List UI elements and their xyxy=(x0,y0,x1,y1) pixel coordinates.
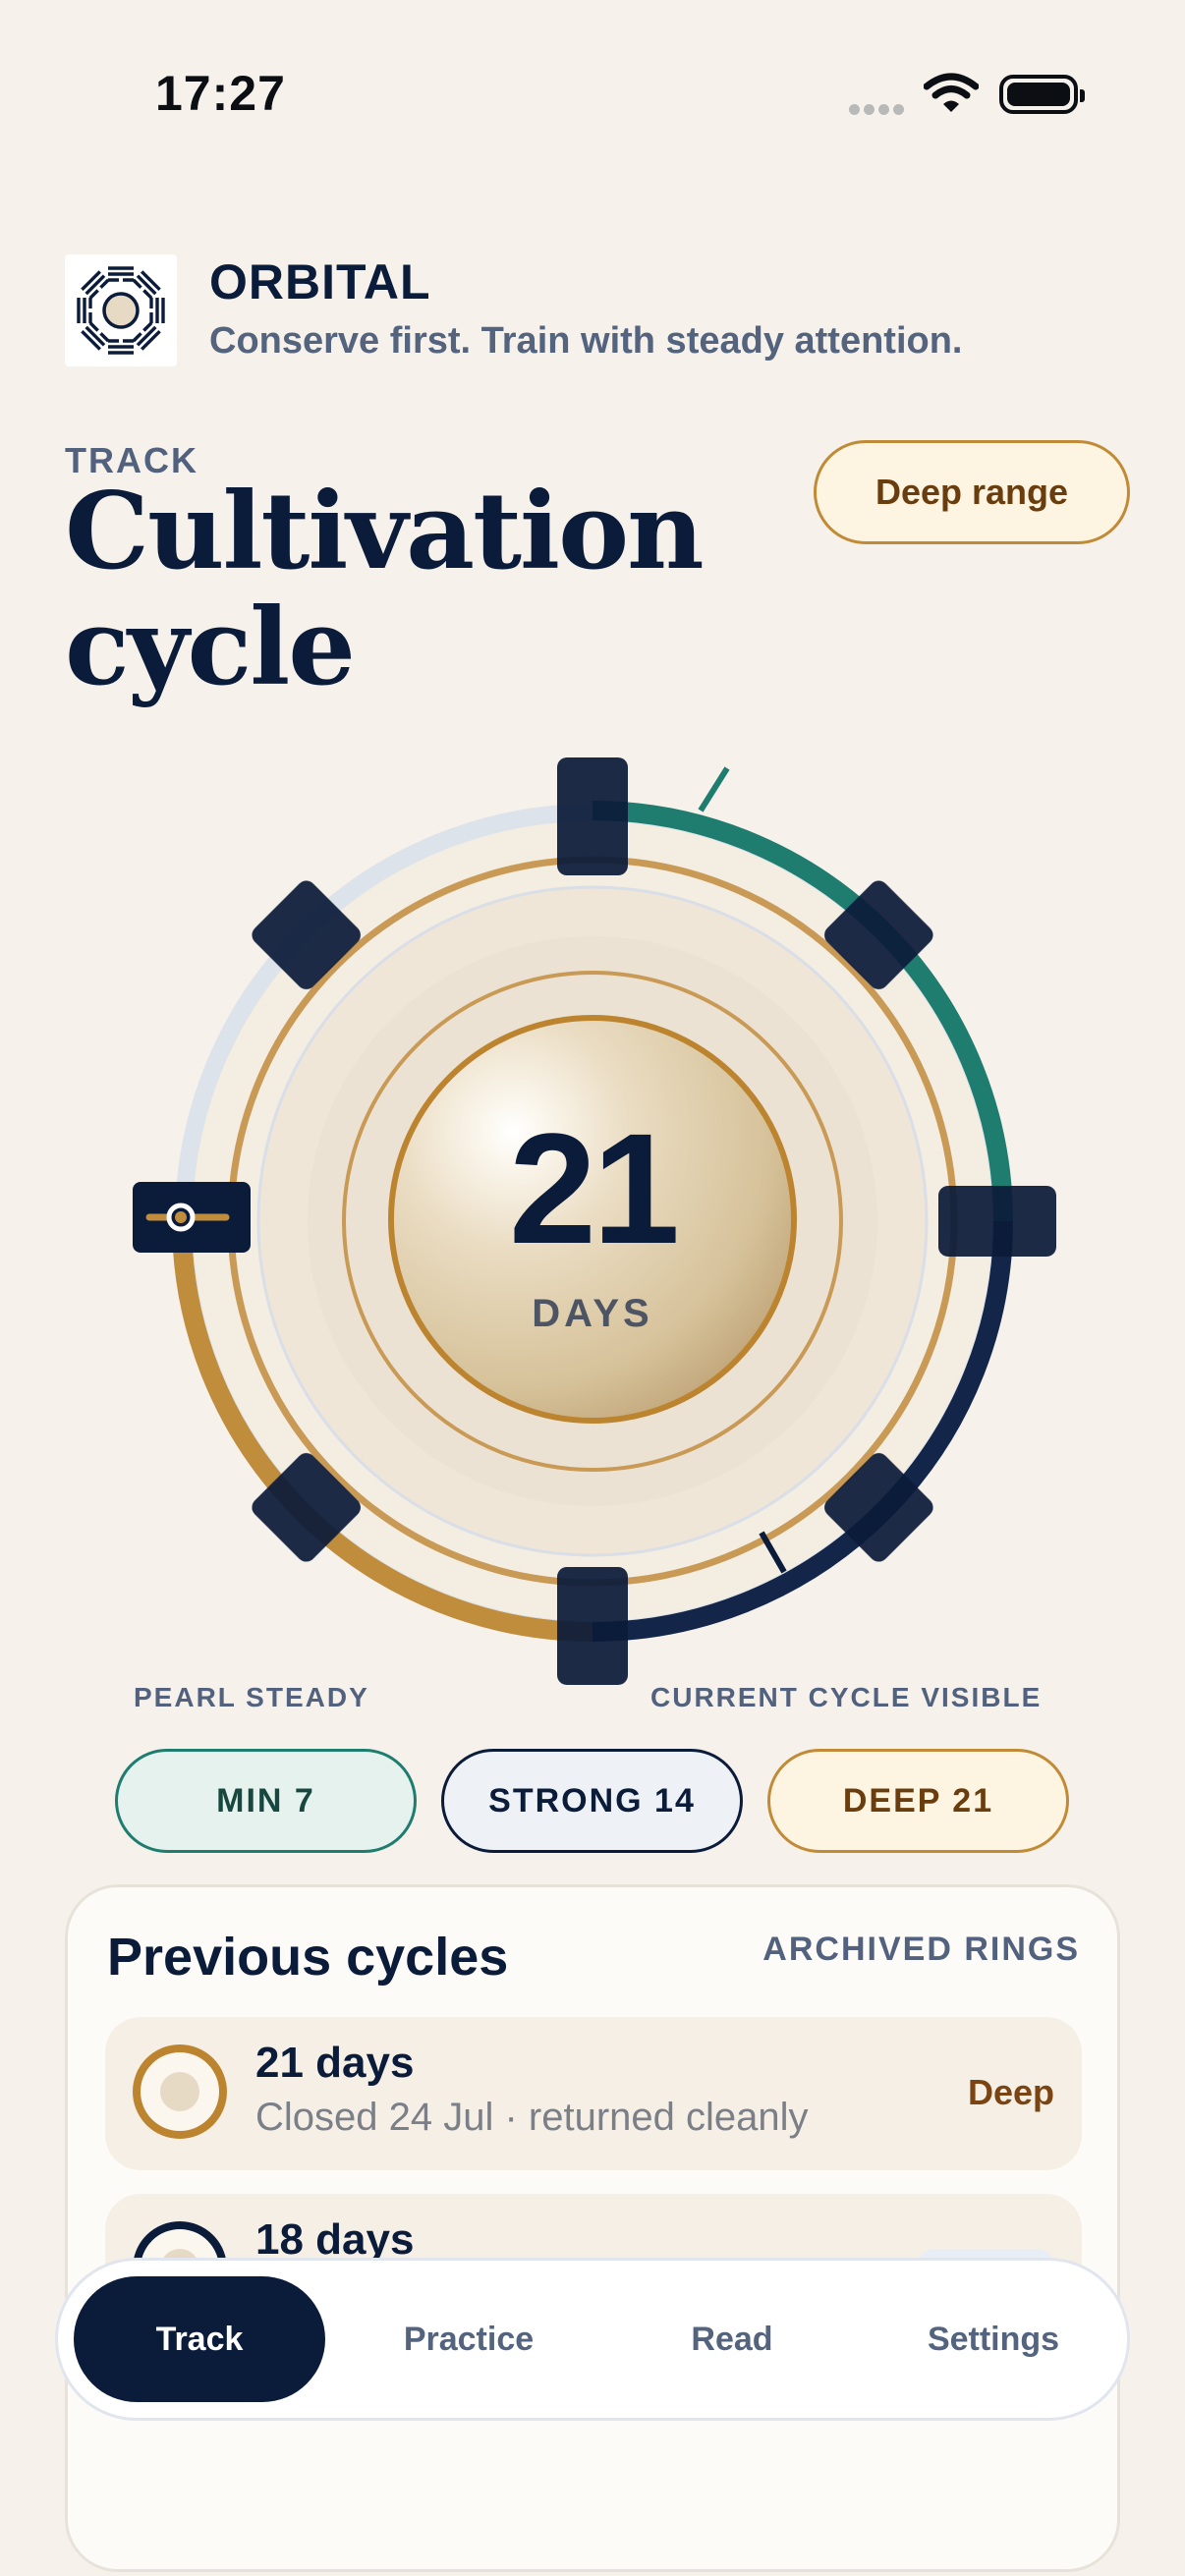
tab-read[interactable]: Read xyxy=(614,2276,850,2402)
tab-settings[interactable]: Settings xyxy=(875,2276,1111,2402)
app-name: ORBITAL xyxy=(209,254,431,309)
tab-track[interactable]: Track xyxy=(74,2276,325,2402)
previous-cycles-card: Previous cycles ARCHIVED RINGS 21 days C… xyxy=(65,1884,1120,2572)
cycle-marker xyxy=(938,1186,1056,1257)
cycle-day-unit: DAYS xyxy=(532,1292,653,1335)
row-note: Closed 24 Jul · returned cleanly xyxy=(255,2096,809,2139)
chip-deep[interactable]: DEEP 21 xyxy=(767,1749,1069,1853)
cycle-day-count: 21 xyxy=(509,1100,680,1276)
row-days: 21 days xyxy=(255,2039,415,2087)
cycle-marker xyxy=(557,1567,628,1685)
cycle-visibility-caption: CURRENT CYCLE VISIBLE xyxy=(650,1682,1043,1712)
bagua-logo-icon xyxy=(65,254,177,366)
app-tagline: Conserve first. Train with steady attent… xyxy=(209,320,963,362)
chip-strong[interactable]: STRONG 14 xyxy=(441,1749,743,1853)
chip-min[interactable]: MIN 7 xyxy=(115,1749,417,1853)
cycle-ring-icon xyxy=(133,2044,227,2139)
list-item[interactable]: 21 days Closed 24 Jul · returned cleanly… xyxy=(105,2017,1082,2170)
tick-mark-upper xyxy=(698,766,730,812)
current-day-marker[interactable] xyxy=(133,1182,251,1253)
pearl-status-caption: PEARL STEADY xyxy=(134,1682,369,1712)
page-title: Cultivation cycle xyxy=(65,470,705,709)
card-title: Previous cycles xyxy=(107,1928,509,1987)
archived-rings-link[interactable]: ARCHIVED RINGS xyxy=(762,1931,1080,1969)
battery-icon xyxy=(999,75,1085,114)
status-time: 17:27 xyxy=(155,66,286,121)
wifi-icon xyxy=(924,73,979,112)
tab-practice[interactable]: Practice xyxy=(351,2276,587,2402)
range-pill[interactable]: Deep range xyxy=(814,440,1130,544)
cellular-signal-icon xyxy=(849,102,908,116)
row-tag: Deep xyxy=(967,2072,1054,2112)
cycle-marker xyxy=(557,757,628,875)
tab-bar: Track Practice Read Settings xyxy=(55,2258,1130,2421)
